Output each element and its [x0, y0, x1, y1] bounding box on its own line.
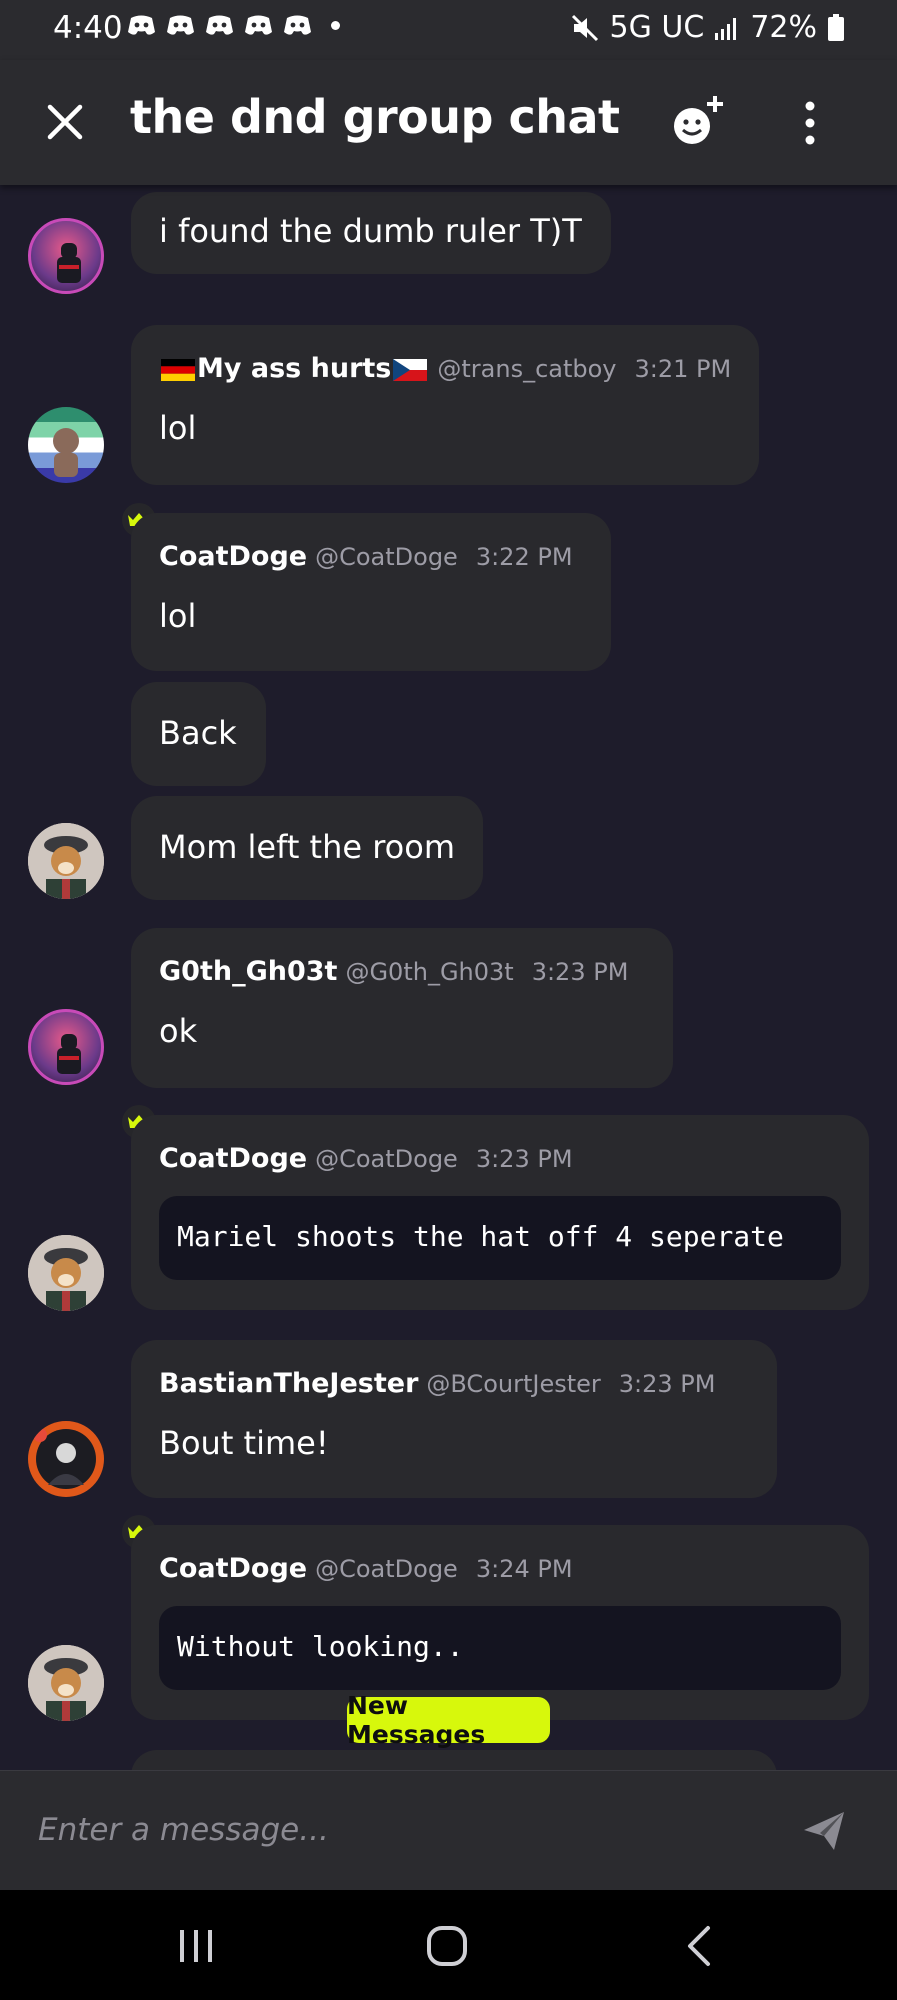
user-avatar-icon — [28, 1235, 104, 1311]
message-meta: My ass hurts @trans_catboy 3:21 PM — [159, 353, 731, 384]
more-vertical-icon — [805, 101, 815, 145]
message-text: Back — [159, 714, 237, 752]
german-flag-icon — [161, 358, 195, 381]
new-messages-button[interactable]: New Messages — [347, 1691, 550, 1749]
avatar[interactable] — [28, 1645, 104, 1721]
avatar[interactable] — [28, 1235, 104, 1311]
message-text: ok — [159, 1012, 198, 1050]
discord-icon — [128, 15, 155, 35]
message-author[interactable]: CoatDoge — [159, 1143, 307, 1174]
user-avatar-icon — [57, 1034, 81, 1074]
user-avatar-icon — [53, 428, 79, 477]
avatar[interactable] — [28, 218, 104, 294]
code-block[interactable]: Mariel shoots the hat off 4 seperate — [159, 1196, 841, 1280]
status-bar: 4:40 5G UC 72% — [0, 0, 897, 60]
message-handle[interactable]: @BCourtJester — [426, 1370, 600, 1398]
avatar[interactable] — [28, 823, 104, 899]
message-bubble[interactable]: i found the dumb ruler T)T — [131, 192, 611, 274]
message-time: 3:22 PM — [475, 543, 573, 571]
add-emoji-icon — [674, 96, 723, 144]
code-text: Mariel shoots the hat off 4 seperate — [177, 1220, 784, 1253]
message-meta: CoatDoge @CoatDoge 3:23 PM — [159, 1143, 573, 1174]
message-author[interactable]: CoatDoge — [159, 1553, 307, 1584]
avatar[interactable] — [28, 1421, 104, 1497]
message-author[interactable]: BastianTheJester — [159, 1368, 418, 1399]
message-time: 3:24 PM — [475, 1555, 573, 1583]
signal-icon — [715, 17, 737, 40]
message-handle[interactable]: @CoatDoge — [315, 1555, 458, 1583]
message-bubble[interactable]: G0th_Gh03t @G0th_Gh03t 3:23 PM ok — [131, 928, 673, 1088]
message-handle[interactable]: @G0th_Gh03t — [345, 958, 513, 986]
message-handle[interactable]: @CoatDoge — [315, 543, 458, 571]
code-text: Without looking.. — [177, 1630, 464, 1663]
message-bubble[interactable]: Mom left the room — [131, 796, 483, 900]
mute-icon — [571, 14, 598, 41]
message-author[interactable]: My ass hurts — [197, 353, 391, 384]
status-time: 4:40 — [53, 10, 123, 46]
recent-apps-button[interactable] — [166, 1916, 226, 1976]
message-time: 3:21 PM — [634, 355, 732, 383]
message-time: 3:23 PM — [475, 1145, 573, 1173]
message-bubble[interactable]: CoatDoge @CoatDoge 3:23 PM Mariel shoots t… — [131, 1115, 869, 1310]
message-text: Mom left the room — [159, 828, 455, 866]
user-avatar-icon — [28, 1645, 104, 1721]
close-button[interactable] — [38, 95, 92, 149]
discord-icon — [245, 15, 272, 35]
message-handle[interactable]: @CoatDoge — [315, 1145, 458, 1173]
czech-flag-icon — [393, 358, 428, 381]
discord-icon — [167, 15, 194, 35]
code-block[interactable]: Without looking.. — [159, 1606, 841, 1690]
message-time: 3:23 PM — [531, 958, 629, 986]
message-bubble[interactable]: Back — [131, 682, 266, 786]
send-button[interactable] — [800, 1806, 850, 1856]
message-bubble[interactable]: BastianTheJester @BCourtJester 3:23 PM Bou… — [131, 1340, 777, 1498]
user-avatar-icon — [57, 243, 81, 283]
system-nav-bar — [0, 1890, 897, 2000]
message-text: Bout time! — [159, 1424, 329, 1462]
message-meta: G0th_Gh03t @G0th_Gh03t 3:23 PM — [159, 956, 628, 987]
close-icon — [47, 104, 83, 140]
message-author[interactable]: G0th_Gh03t — [159, 956, 337, 987]
home-icon — [427, 1926, 467, 1966]
message-handle[interactable]: @trans_catboy — [437, 355, 616, 383]
back-button[interactable] — [670, 1916, 730, 1976]
message-input[interactable] — [38, 1805, 758, 1855]
message-bubble[interactable]: CoatDoge @CoatDoge 3:22 PM lol — [131, 513, 611, 671]
message-bubble[interactable]: My ass hurts @trans_catboy 3:21 PM lol — [131, 325, 759, 485]
home-button[interactable] — [417, 1916, 477, 1976]
status-right: 5G UC 72% — [570, 10, 845, 45]
battery-label: 72% — [750, 10, 817, 45]
more-options-button[interactable] — [790, 96, 830, 152]
message-text: lol — [159, 409, 197, 447]
chat-header: the dnd group chat — [0, 60, 897, 185]
user-avatar-icon — [28, 823, 104, 899]
message-meta: BastianTheJester @BCourtJester 3:23 PM — [159, 1368, 715, 1399]
dot-icon — [331, 20, 340, 30]
message-meta: CoatDoge @CoatDoge 3:22 PM — [159, 541, 573, 572]
avatar[interactable] — [28, 1009, 104, 1085]
send-icon — [804, 1812, 844, 1850]
add-reaction-button[interactable] — [668, 90, 732, 154]
discord-icon — [206, 15, 233, 35]
message-text: i found the dumb ruler T)T — [159, 212, 582, 250]
network-label: 5G UC — [609, 10, 705, 45]
message-meta: CoatDoge @CoatDoge 3:24 PM — [159, 1553, 573, 1584]
user-avatar-icon — [33, 1428, 96, 1489]
discord-icon — [284, 15, 311, 35]
message-composer — [0, 1770, 897, 1890]
chat-title: the dnd group chat — [130, 90, 620, 144]
avatar[interactable] — [28, 407, 104, 483]
battery-icon — [828, 13, 844, 41]
back-icon — [688, 1926, 710, 1966]
message-bubble[interactable] — [131, 1750, 777, 1770]
notification-icons — [126, 12, 340, 38]
message-author[interactable]: CoatDoge — [159, 541, 307, 572]
message-list[interactable]: i found the dumb ruler T)T My ass hurts @… — [0, 185, 897, 1770]
recent-apps-icon — [180, 1930, 212, 1962]
message-time: 3:23 PM — [618, 1370, 716, 1398]
message-text: lol — [159, 597, 197, 635]
